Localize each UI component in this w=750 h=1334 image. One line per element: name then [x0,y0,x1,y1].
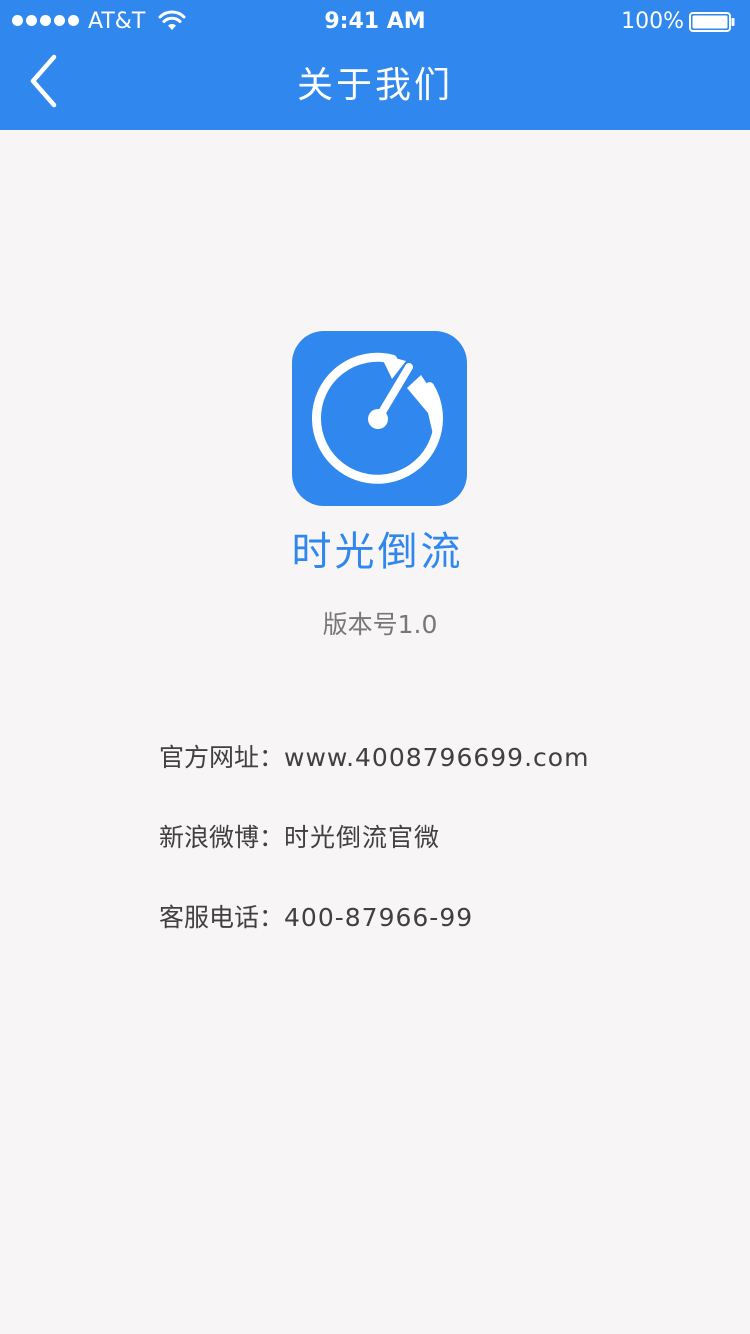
weibo-label: 新浪微博 [159,823,260,852]
phone-row: 客服电话：400-87966-99 [159,898,719,938]
website-link[interactable]: www.4008796699.com [284,743,589,772]
status-bar: AT&T 9:41 AM 100% [0,0,750,44]
navigation-bar: 关于我们 [0,44,750,130]
contact-info-list: 官方网址：www.4008796699.com 新浪微博：时光倒流官微 客服电话… [159,738,719,978]
phone-number[interactable]: 400-87966-99 [284,903,473,932]
phone-separator: ： [259,903,285,932]
phone-label: 客服电话 [159,903,260,932]
battery-icon [689,12,735,32]
stopwatch-icon [311,352,443,484]
weibo-account: 时光倒流官微 [284,823,441,852]
app-logo [292,331,467,506]
page-title: 关于我们 [296,65,453,106]
app-version: 版本号1.0 [322,610,438,639]
website-separator: ： [259,743,285,772]
weibo-separator: ： [259,823,285,852]
header: AT&T 9:41 AM 100% 关于我们 [0,0,750,130]
app-name: 时光倒流 [291,529,464,575]
weibo-row: 新浪微博：时光倒流官微 [159,818,719,858]
website-row: 官方网址：www.4008796699.com [159,738,719,778]
battery-percentage: 100% [621,9,684,34]
website-label: 官方网址 [159,743,260,772]
